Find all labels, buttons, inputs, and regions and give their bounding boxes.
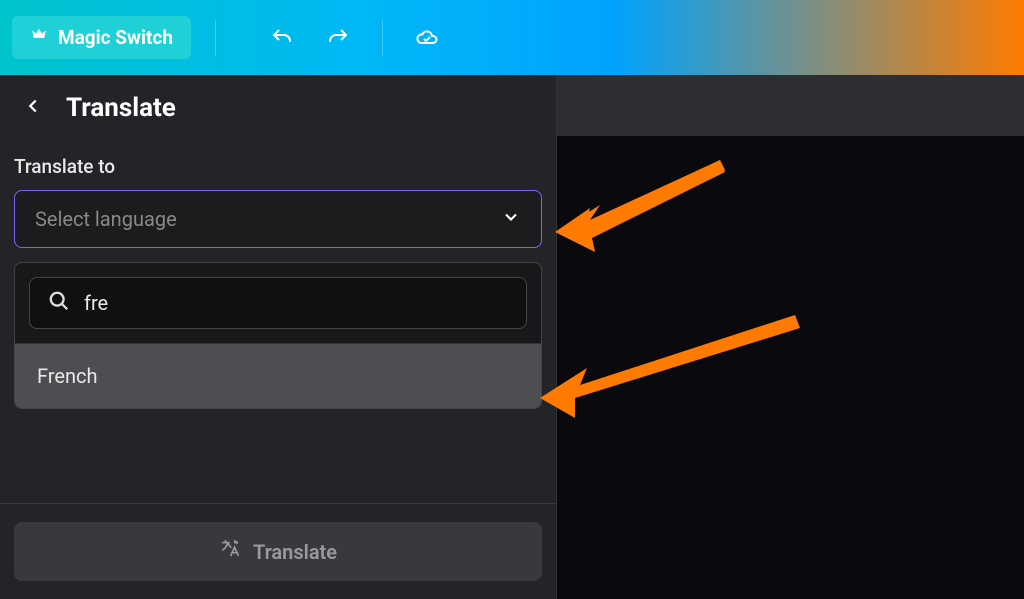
language-dropdown: French bbox=[14, 262, 542, 409]
magic-switch-button[interactable]: Magic Switch bbox=[12, 16, 191, 59]
divider bbox=[382, 20, 383, 56]
redo-button[interactable] bbox=[326, 26, 350, 50]
search-box[interactable] bbox=[29, 277, 527, 329]
panel-body: Translate to Select language French bbox=[0, 137, 556, 409]
language-search-input[interactable] bbox=[84, 291, 508, 315]
cloud-sync-icon[interactable] bbox=[415, 26, 439, 50]
back-button[interactable] bbox=[22, 95, 44, 121]
chevron-down-icon bbox=[501, 207, 521, 231]
translate-to-label: Translate to bbox=[14, 155, 542, 178]
crown-icon bbox=[30, 26, 48, 49]
panel-title: Translate bbox=[66, 93, 176, 123]
undo-button[interactable] bbox=[270, 26, 294, 50]
panel-header: Translate bbox=[0, 75, 556, 137]
select-placeholder: Select language bbox=[35, 207, 177, 231]
canvas-area[interactable] bbox=[557, 75, 1024, 599]
language-select[interactable]: Select language bbox=[14, 190, 542, 248]
app-top-bar: Magic Switch bbox=[0, 0, 1024, 75]
translate-side-panel: Translate Translate to Select language bbox=[0, 75, 557, 599]
translate-icon bbox=[219, 538, 241, 565]
language-option-french[interactable]: French bbox=[15, 343, 541, 408]
search-row bbox=[15, 263, 541, 343]
canvas-toolbar bbox=[557, 75, 1024, 136]
translate-button-label: Translate bbox=[253, 540, 337, 564]
content-area: Translate Translate to Select language bbox=[0, 75, 1024, 599]
search-icon bbox=[48, 290, 70, 316]
panel-footer: Translate bbox=[0, 503, 556, 581]
toolbar-icons bbox=[270, 20, 439, 56]
translate-button[interactable]: Translate bbox=[14, 522, 542, 581]
divider bbox=[215, 20, 216, 56]
magic-switch-label: Magic Switch bbox=[58, 26, 173, 49]
